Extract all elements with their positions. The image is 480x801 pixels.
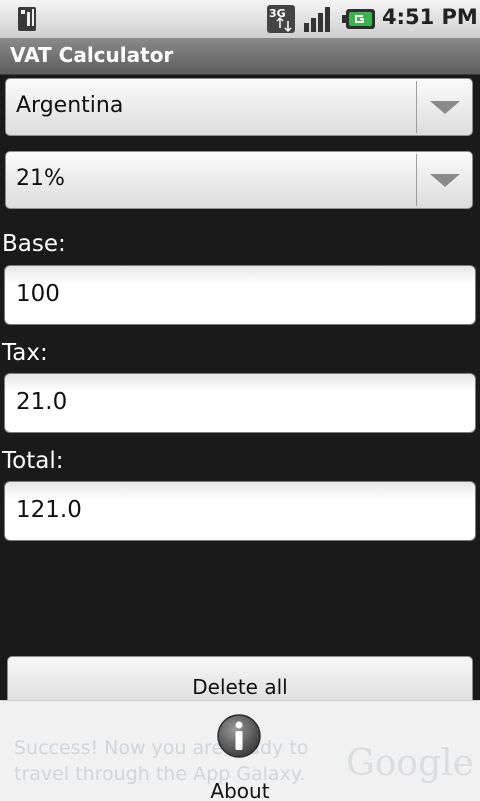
tax-value: 21.0 xyxy=(16,389,68,415)
options-menu: Success! Now you are ready to travel thr… xyxy=(0,700,480,801)
menu-item-about[interactable]: About xyxy=(188,709,292,801)
spinner-divider xyxy=(416,81,417,133)
country-spinner[interactable]: Argentina xyxy=(5,78,473,136)
signal-icon xyxy=(304,7,330,32)
rate-value: 21% xyxy=(16,166,65,191)
battery-icon xyxy=(342,9,375,29)
tax-label: Tax: xyxy=(2,340,48,366)
base-value: 100 xyxy=(16,281,60,307)
country-value: Argentina xyxy=(16,93,124,118)
base-label: Base: xyxy=(2,231,66,257)
base-input[interactable]: 100 xyxy=(4,265,476,325)
total-label: Total: xyxy=(2,448,64,474)
status-bar: 3G 4:51 PM xyxy=(0,0,480,39)
total-value: 121.0 xyxy=(16,497,82,523)
sim-icon xyxy=(18,7,36,31)
dropdown-arrow-icon xyxy=(430,101,460,114)
menu-item-about-label: About xyxy=(210,779,270,801)
svg-text:3G: 3G xyxy=(269,7,286,20)
delete-all-label: Delete all xyxy=(192,675,288,699)
rate-spinner[interactable]: 21% xyxy=(5,151,473,209)
dropdown-arrow-icon xyxy=(430,174,460,187)
title-bar: VAT Calculator xyxy=(0,38,480,75)
info-icon xyxy=(217,714,261,758)
total-input[interactable]: 121.0 xyxy=(4,481,476,541)
tax-input[interactable]: 21.0 xyxy=(4,373,476,433)
app-title: VAT Calculator xyxy=(10,43,174,67)
ad-banner-logo: Google xyxy=(346,743,474,784)
clock: 4:51 PM xyxy=(382,5,478,29)
3g-icon: 3G xyxy=(267,5,295,33)
spinner-divider xyxy=(416,154,417,206)
